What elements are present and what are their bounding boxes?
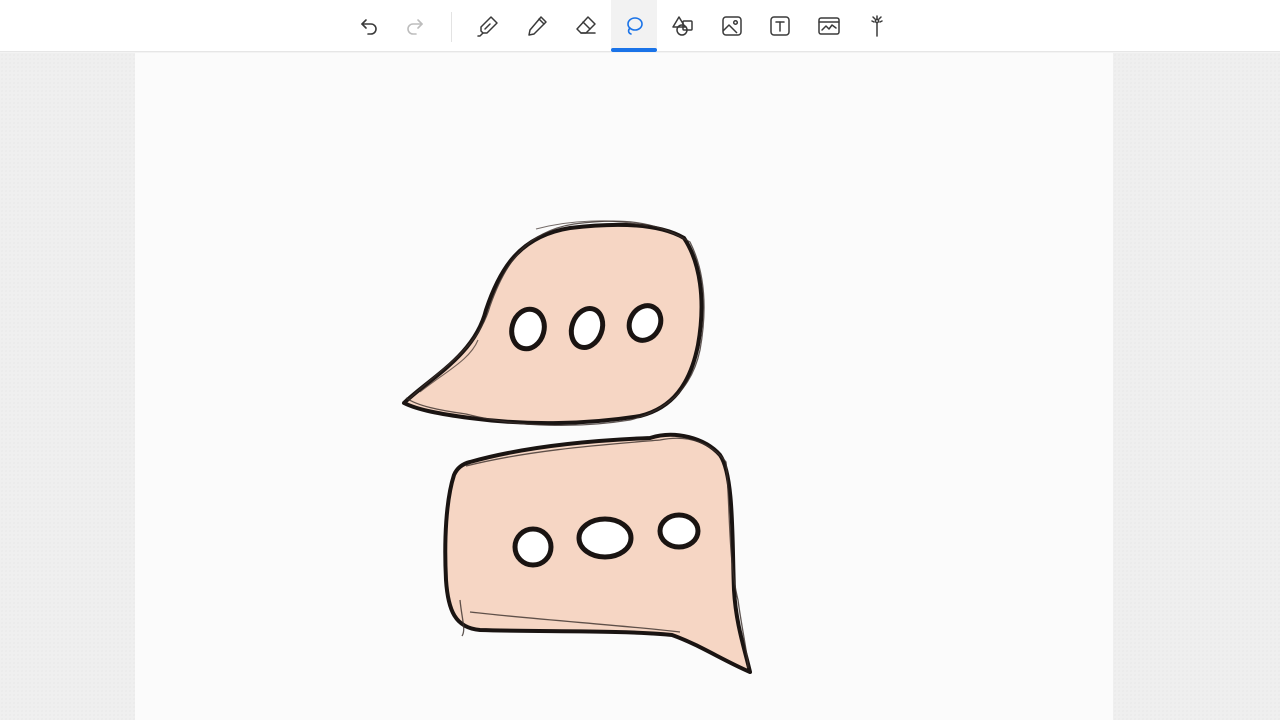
undo-icon (361, 19, 377, 35)
bottom-speech-bubble[interactable] (443, 432, 752, 674)
redo-icon (407, 19, 423, 35)
canvas-margin-left (0, 53, 135, 720)
top-speech-bubble[interactable] (402, 220, 705, 427)
eraser-tool-button[interactable] (563, 0, 609, 52)
lasso-tool-button[interactable] (611, 0, 657, 52)
redo-button[interactable] (392, 0, 438, 52)
bottom-bubble-dot (512, 526, 554, 568)
pen-tool-button[interactable] (514, 0, 560, 52)
text-box-icon (770, 16, 790, 36)
chart-tool-button[interactable] (806, 0, 852, 52)
shapes-icon (672, 16, 693, 36)
drawing-page[interactable] (135, 53, 1113, 720)
toolbar-separator (451, 12, 452, 42)
highlighter-tool-button[interactable] (465, 0, 511, 52)
canvas-margin-right (1113, 53, 1280, 720)
toolbar (0, 0, 1280, 52)
magic-wand-icon (871, 15, 883, 37)
eraser-icon (576, 16, 596, 34)
chart-icon (818, 17, 840, 35)
magic-wand-tool-button[interactable] (854, 0, 900, 52)
image-tool-button[interactable] (709, 0, 755, 52)
shapes-tool-button[interactable] (660, 0, 706, 52)
image-icon (722, 16, 742, 36)
bottom-bubble-dot (576, 516, 634, 560)
text-tool-button[interactable] (757, 0, 803, 52)
bottom-bubble-dot (657, 512, 701, 550)
lasso-icon (627, 17, 643, 35)
ink-drawing[interactable] (135, 53, 1113, 720)
highlighter-icon (477, 16, 498, 37)
undo-button[interactable] (346, 0, 392, 52)
pen-icon (528, 16, 547, 36)
